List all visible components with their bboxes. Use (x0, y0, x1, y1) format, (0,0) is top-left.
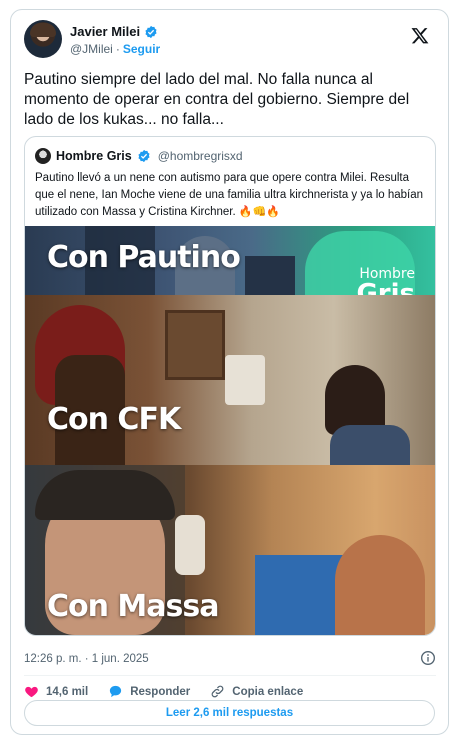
tweet-card: Javier Milei @JMilei · Seguir Pautino si… (10, 9, 449, 735)
x-logo-icon[interactable] (410, 26, 430, 46)
separator-dot: · (115, 42, 120, 56)
fire-fist-emojis: 🔥👊🔥 (238, 206, 280, 218)
quoted-avatar (35, 148, 51, 164)
verified-badge-icon (138, 149, 150, 163)
copy-link-action[interactable]: Copia enlace (210, 684, 303, 699)
info-icon[interactable] (420, 650, 436, 666)
reply-label: Responder (130, 685, 191, 698)
quoted-name: Hombre Gris (56, 149, 132, 163)
like-count: 14,6 mil (46, 685, 89, 698)
author-handle-row: @JMilei · Seguir (70, 42, 160, 56)
like-action[interactable]: 14,6 mil (24, 684, 88, 699)
quoted-text-body: Pautino llevó a un nene con autismo para… (35, 172, 424, 218)
quoted-handle: @hombregrisxd (157, 149, 243, 163)
divider (24, 675, 436, 676)
quoted-tweet[interactable]: Hombre Gris @hombregrisxd Pautino llevó … (24, 136, 436, 636)
author-handle[interactable]: @JMilei (70, 42, 113, 56)
caption-con-pautino: Con Pautino (47, 240, 241, 275)
tweet-text: Pautino siempre del lado del mal. No fal… (24, 71, 410, 128)
author-name-row: Javier Milei (70, 24, 158, 39)
media-panel-massa: Con Massa (25, 465, 435, 635)
media-panel-cfk: Con CFK (25, 295, 435, 465)
read-replies-button[interactable]: Leer 2,6 mil respuestas (24, 700, 435, 726)
follow-button[interactable]: Seguir (123, 42, 160, 56)
quoted-text: Pautino llevó a un nene con autismo para… (35, 170, 430, 221)
action-bar: 14,6 mil Responder Copia enlace (24, 684, 323, 699)
verified-badge-icon (145, 25, 157, 38)
author-avatar[interactable] (24, 20, 62, 58)
timestamp[interactable]: 12:26 p. m. · 1 jun. 2025 (24, 653, 149, 665)
media-panel-pautino: Con Pautino Hombre Gris (25, 226, 435, 295)
caption-con-massa: Con Massa (47, 589, 219, 624)
quoted-media[interactable]: Con Pautino Hombre Gris Con CFK Con Mass… (25, 226, 435, 635)
tweet-header: Javier Milei @JMilei · Seguir (24, 20, 436, 60)
caption-con-cfk: Con CFK (47, 402, 181, 437)
reply-action[interactable]: Responder (108, 684, 190, 699)
author-name[interactable]: Javier Milei (70, 24, 140, 39)
reply-bubble-icon (110, 685, 122, 698)
watermark-bottom: Gris (356, 279, 415, 295)
heart-icon (25, 686, 38, 698)
quoted-header: Hombre Gris @hombregrisxd (35, 148, 243, 164)
watermark-hombre-gris: Hombre Gris (356, 264, 415, 295)
link-icon (211, 685, 224, 698)
copy-link-label: Copia enlace (232, 685, 304, 698)
